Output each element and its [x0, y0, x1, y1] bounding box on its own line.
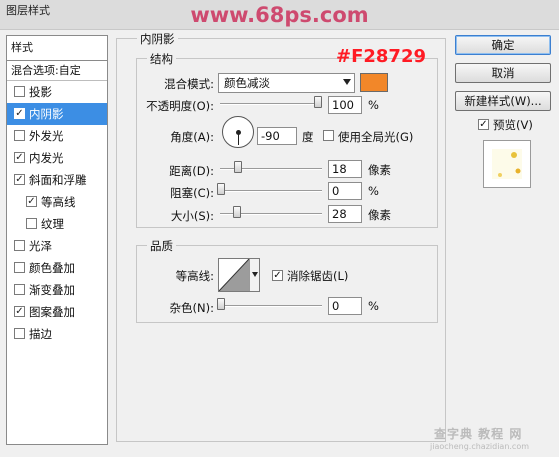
choke-unit: % [368, 184, 379, 198]
angle-center [236, 130, 241, 135]
blend-mode-value: 颜色减淡 [224, 76, 270, 90]
contour-picker[interactable] [218, 258, 260, 292]
quality-title: 品质 [147, 238, 176, 254]
choke-input[interactable]: 0 [328, 182, 362, 200]
contour-dropdown-button[interactable] [249, 259, 259, 291]
style-item-checkbox[interactable] [14, 240, 25, 251]
size-input[interactable]: 28 [328, 205, 362, 223]
ok-button[interactable]: 确定 [455, 35, 551, 55]
chevron-down-icon [252, 272, 258, 277]
style-items: 投影 ✓ 内阴影外发光 ✓ 内发光 ✓ 斜面和浮雕 ✓ 等高线纹理光泽颜色叠加渐变叠加 ✓ 图案叠加… [7, 81, 107, 345]
style-item[interactable]: 外发光 [7, 125, 107, 147]
choke-label: 阻塞(C): [170, 186, 214, 200]
style-item[interactable]: ✓ 等高线 [7, 191, 107, 213]
style-item-checkbox[interactable]: ✓ [26, 196, 37, 207]
inner-shadow-title: 内阴影 [137, 31, 178, 47]
style-item-checkbox[interactable] [14, 130, 25, 141]
style-item[interactable]: 渐变叠加 [7, 279, 107, 301]
style-item-checkbox[interactable] [14, 86, 25, 97]
preview-label: 预览(V) [493, 118, 533, 132]
style-item-label: 投影 [29, 85, 52, 99]
angle-dial-icon[interactable] [222, 116, 254, 148]
style-item-label: 颜色叠加 [29, 261, 75, 275]
noise-slider-track[interactable] [220, 305, 322, 307]
global-light-label: 使用全局光(G) [338, 130, 414, 144]
style-item-label: 纹理 [41, 217, 64, 231]
style-item[interactable]: ✓ 内阴影 [7, 103, 107, 125]
noise-slider-thumb[interactable] [217, 298, 225, 310]
cancel-button[interactable]: 取消 [455, 63, 551, 83]
style-item-checkbox[interactable] [26, 218, 37, 229]
style-item-checkbox[interactable] [14, 262, 25, 273]
size-label: 大小(S): [170, 209, 214, 223]
watermark-bottom-sub: jiaocheng.chazidian.com [430, 442, 530, 451]
contour-label: 等高线: [175, 269, 214, 283]
styles-list: 样式 混合选项:自定 投影 ✓ 内阴影外发光 ✓ 内发光 ✓ 斜面和浮雕 ✓ 等高线纹理光泽颜色… [6, 35, 108, 445]
style-item[interactable]: ✓ 斜面和浮雕 [7, 169, 107, 191]
style-item-label: 内阴影 [29, 107, 64, 121]
title-bar: 图层样式 www.68ps.com [0, 0, 559, 30]
distance-input[interactable]: 18 [328, 160, 362, 178]
watermark-top: www.68ps.com [190, 3, 369, 27]
style-item-label: 斜面和浮雕 [29, 173, 87, 187]
styles-header[interactable]: 样式 [7, 36, 107, 61]
size-unit: 像素 [368, 208, 391, 222]
style-item-checkbox[interactable] [14, 328, 25, 339]
style-item[interactable]: 颜色叠加 [7, 257, 107, 279]
opacity-unit: % [368, 98, 379, 112]
blend-mode-label: 混合模式: [164, 77, 214, 91]
choke-slider-track[interactable] [220, 190, 322, 192]
style-item-checkbox[interactable]: ✓ [14, 152, 25, 163]
watermark-bottom: 查字典 教程 网 [434, 427, 523, 441]
style-item-checkbox[interactable]: ✓ [14, 174, 25, 185]
style-item-label: 外发光 [29, 129, 64, 143]
angle-label: 角度(A): [170, 130, 214, 144]
style-item-checkbox[interactable]: ✓ [14, 306, 25, 317]
color-annotation: #F28729 [336, 46, 426, 67]
anti-alias-label: 消除锯齿(L) [287, 269, 349, 283]
style-item[interactable]: 描边 [7, 323, 107, 345]
style-item-label: 描边 [29, 327, 52, 341]
global-light-checkbox[interactable] [323, 130, 334, 141]
chevron-down-icon [343, 79, 351, 85]
size-slider-thumb[interactable] [233, 206, 241, 218]
blend-mode-select[interactable]: 颜色减淡 [218, 73, 355, 93]
blend-options-item[interactable]: 混合选项:自定 [7, 61, 107, 81]
style-item-checkbox[interactable] [14, 284, 25, 295]
noise-unit: % [368, 299, 379, 313]
style-item-label: 图案叠加 [29, 305, 75, 319]
style-item-label: 光泽 [29, 239, 52, 253]
style-item-label: 等高线 [41, 195, 76, 209]
distance-label: 距离(D): [169, 164, 214, 178]
distance-unit: 像素 [368, 163, 391, 177]
preview-image [492, 149, 522, 179]
opacity-slider-track[interactable] [220, 103, 322, 105]
style-item-checkbox[interactable]: ✓ [14, 108, 25, 119]
distance-slider-thumb[interactable] [234, 161, 242, 173]
choke-slider-thumb[interactable] [217, 183, 225, 195]
shadow-color-swatch[interactable] [360, 73, 388, 92]
opacity-slider-thumb[interactable] [314, 96, 322, 108]
style-item[interactable]: 投影 [7, 81, 107, 103]
preview-checkbox[interactable]: ✓ [478, 119, 489, 130]
contour-curve-icon [219, 259, 249, 291]
style-item[interactable]: ✓ 图案叠加 [7, 301, 107, 323]
structure-title: 结构 [147, 51, 176, 67]
angle-unit: 度 [302, 130, 314, 144]
noise-input[interactable]: 0 [328, 297, 362, 315]
opacity-input[interactable]: 100 [328, 96, 362, 114]
new-style-button[interactable]: 新建样式(W)... [455, 91, 551, 111]
style-item-label: 内发光 [29, 151, 64, 165]
style-item[interactable]: 纹理 [7, 213, 107, 235]
style-item-label: 渐变叠加 [29, 283, 75, 297]
style-item[interactable]: 光泽 [7, 235, 107, 257]
opacity-label: 不透明度(O): [146, 99, 214, 113]
anti-alias-checkbox[interactable]: ✓ [272, 270, 283, 281]
angle-input[interactable]: -90 [257, 127, 297, 145]
style-item[interactable]: ✓ 内发光 [7, 147, 107, 169]
noise-label: 杂色(N): [169, 301, 214, 315]
style-preview-thumbnail [483, 140, 531, 188]
